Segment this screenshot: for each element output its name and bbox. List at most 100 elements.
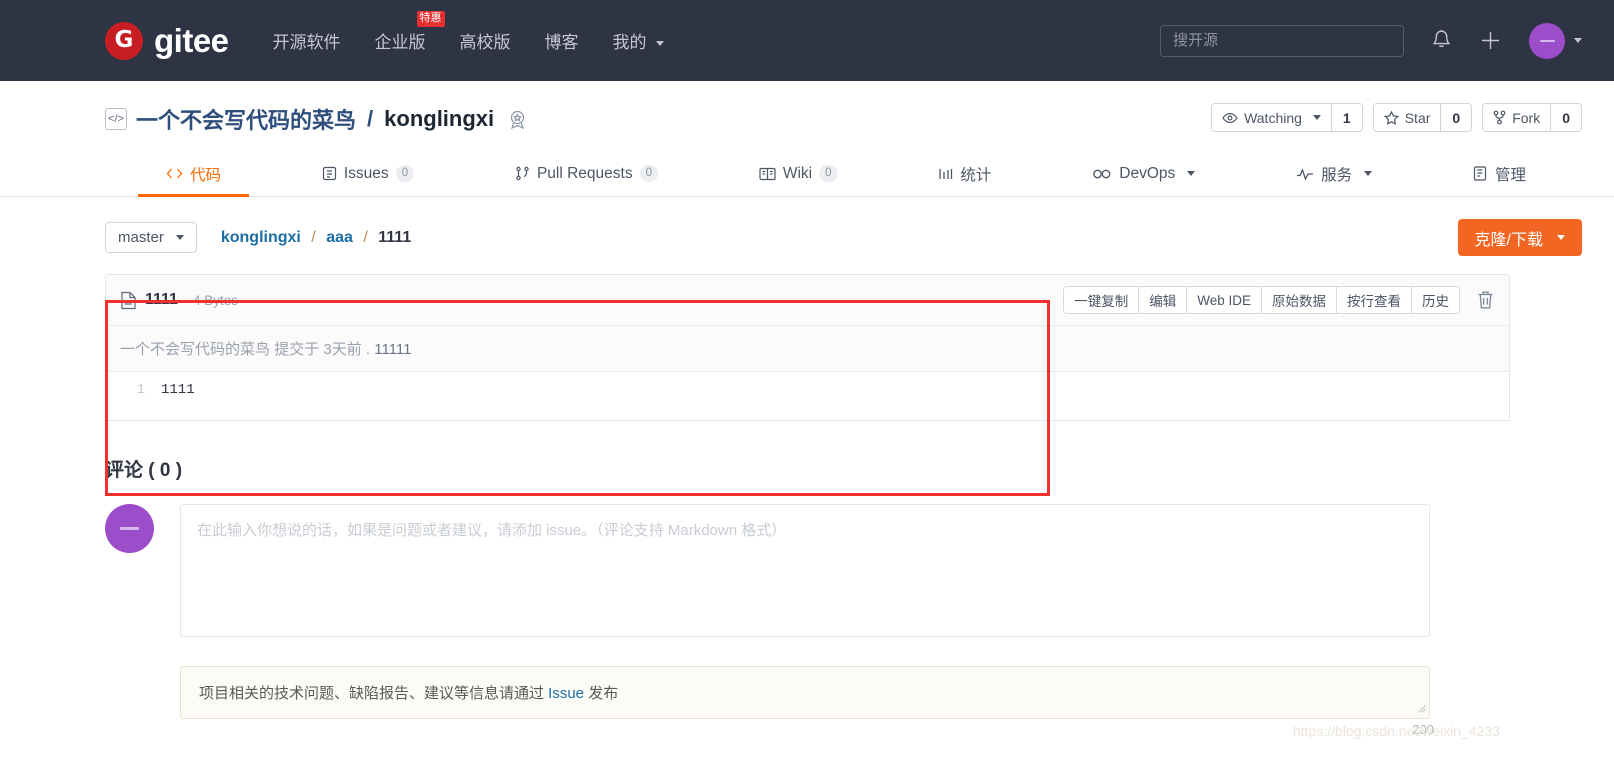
file-tool-buttons: 一键复制 编辑 Web IDE 原始数据 按行查看 历史 (1063, 286, 1460, 314)
chart-icon (939, 168, 953, 179)
infinity-icon (1093, 169, 1111, 178)
watch-button[interactable]: Watching 1 (1211, 103, 1363, 132)
bell-icon[interactable] (1431, 29, 1452, 52)
tab-manage[interactable]: 管理 (1467, 151, 1532, 196)
plus-icon[interactable] (1479, 29, 1502, 52)
issue-notice: 项目相关的技术问题、缺陷报告、建议等信息请通过 Issue 发布 200 (180, 666, 1434, 737)
web-ide-button[interactable]: Web IDE (1186, 287, 1261, 313)
tab-label: Issues (343, 164, 389, 182)
gitee-logo[interactable]: G gitee (105, 21, 229, 60)
watch-label: Watching (1244, 109, 1302, 126)
avatar-placeholder-icon (1539, 39, 1555, 42)
commit-info: 一个不会写代码的菜鸟 提交于 3天前 . 11111 (106, 326, 1509, 372)
code-icon (166, 168, 183, 179)
history-button[interactable]: 历史 (1411, 287, 1459, 313)
file-size: 4 Bytes (192, 292, 238, 308)
tab-pull-requests[interactable]: Pull Requests 0 (509, 151, 664, 196)
fork-button[interactable]: Fork 0 (1482, 103, 1582, 132)
comment-textarea[interactable] (180, 504, 1430, 637)
branch-selector[interactable]: master (105, 222, 197, 253)
commit-time: 3天前 (323, 341, 362, 358)
file-header: 1111 4 Bytes 一键复制 编辑 Web IDE 原始数据 按行查看 历… (106, 275, 1509, 326)
fork-icon (1493, 110, 1506, 125)
file-icon (121, 291, 136, 309)
nav-item-mine[interactable]: 我的 (613, 28, 665, 53)
notice-suffix: 发布 (584, 685, 619, 702)
star-button[interactable]: Star 0 (1372, 103, 1473, 132)
watch-count: 1 (1330, 104, 1362, 131)
tab-statistics[interactable]: 统计 (932, 151, 997, 196)
breadcrumb-item-repo[interactable]: konglingxi (221, 229, 301, 246)
tab-devops[interactable]: DevOps (1086, 151, 1201, 196)
avatar-placeholder-icon (120, 527, 139, 530)
raw-data-button[interactable]: 原始数据 (1261, 287, 1336, 313)
issue-link[interactable]: Issue (548, 685, 584, 702)
tab-label: Pull Requests (536, 164, 633, 182)
breadcrumb-item-folder[interactable]: aaa (326, 229, 353, 246)
chevron-down-icon (175, 235, 184, 240)
fork-count: 0 (1550, 104, 1581, 131)
fork-label: Fork (1512, 109, 1541, 126)
settings-icon (1473, 166, 1487, 181)
chevron-down-icon[interactable] (1574, 38, 1582, 43)
tab-label: 统计 (960, 166, 992, 184)
tab-label: 服务 (1321, 166, 1353, 184)
nav-item-opensource[interactable]: 开源软件 (273, 28, 341, 53)
chevron-down-icon (656, 41, 665, 47)
star-icon (1383, 110, 1399, 125)
nav-label: 高校版 (459, 33, 511, 52)
nav-item-enterprise[interactable]: 企业版 特惠 (375, 11, 445, 53)
file-name-block: 1111 4 Bytes (120, 291, 238, 310)
breadcrumb-separator: / (363, 228, 368, 246)
user-avatar[interactable] (105, 504, 154, 553)
gitee-logo-icon: G (105, 21, 143, 60)
user-avatar[interactable] (1529, 22, 1565, 59)
branch-label: master (118, 229, 164, 246)
commit-author: 一个不会写代码的菜鸟 (120, 341, 271, 358)
file-controls-row: master konglingxi / aaa / 1111 克隆/下载 (0, 197, 1614, 256)
repo-owner-link[interactable]: 一个不会写代码的菜鸟 (136, 103, 356, 135)
nav-item-education[interactable]: 高校版 (460, 28, 511, 53)
code-content: 1 1111 (106, 372, 1509, 420)
watermark-text: https://blog.csdn.net/weixin_4233 (1293, 723, 1501, 739)
top-navigation-bar: G gitee 开源软件 企业版 特惠 高校版 博客 我的 (0, 0, 1614, 81)
pr-icon (516, 166, 529, 181)
tab-count: 0 (639, 164, 658, 183)
edit-button[interactable]: 编辑 (1138, 287, 1187, 313)
file-name: 1111 (145, 291, 178, 308)
wiki-icon (759, 167, 776, 180)
nav-item-blog[interactable]: 博客 (545, 28, 579, 53)
tab-label: 管理 (1495, 166, 1527, 184)
copy-button[interactable]: 一键复制 (1064, 287, 1139, 313)
line-content[interactable]: 1111 (161, 382, 195, 398)
commit-dot: . (365, 341, 371, 358)
title-separator: / (367, 106, 374, 131)
star-label: Star (1404, 109, 1431, 126)
promo-badge: 特惠 (416, 11, 445, 27)
nav-label: 博客 (544, 33, 579, 52)
page-title: </> 一个不会写代码的菜鸟 / konglingxi (105, 103, 528, 135)
tab-services[interactable]: 服务 (1290, 151, 1378, 196)
repo-action-buttons: Watching 1 Star 0 Fork 0 (1211, 103, 1582, 132)
repository-header: </> 一个不会写代码的菜鸟 / konglingxi Watching 1 S… (0, 81, 1614, 135)
tab-label: Wiki (782, 164, 813, 182)
search-input[interactable] (1160, 24, 1404, 57)
tab-code[interactable]: 代码 (137, 151, 250, 197)
tab-issues[interactable]: Issues 0 (316, 151, 420, 196)
blame-button[interactable]: 按行查看 (1336, 287, 1411, 313)
gitee-logo-text: gitee (154, 22, 229, 59)
chevron-down-icon (1187, 171, 1196, 176)
repo-name-link[interactable]: konglingxi (384, 106, 494, 132)
commit-verb: 提交于 (274, 341, 320, 358)
clone-download-button[interactable]: 克隆/下载 (1457, 219, 1582, 256)
breadcrumb-separator: / (311, 228, 316, 246)
comment-composer: 项目相关的技术问题、缺陷报告、建议等信息请通过 Issue 发布 200 (0, 482, 1614, 737)
chevron-down-icon (1364, 171, 1373, 176)
chevron-down-icon (1557, 235, 1565, 240)
pulse-icon (1297, 167, 1314, 180)
notice-prefix: 项目相关的技术问题、缺陷报告、建议等信息请通过 (199, 685, 549, 702)
trash-icon[interactable] (1476, 290, 1495, 310)
tab-wiki[interactable]: Wiki 0 (753, 151, 844, 196)
commit-message: 11111 (374, 341, 412, 358)
tab-label: DevOps (1119, 164, 1176, 182)
